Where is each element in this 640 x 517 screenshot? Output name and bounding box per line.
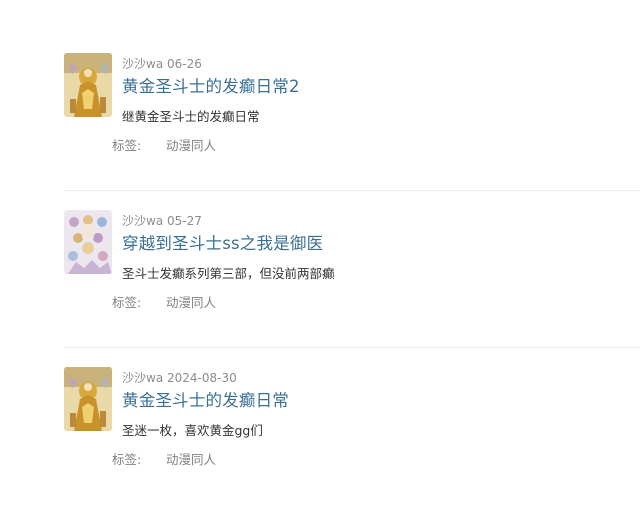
author-name[interactable]: 沙沙wa (122, 57, 163, 71)
gold-saint-cover-icon (64, 53, 112, 117)
publish-date: 06-26 (167, 57, 202, 71)
tag-row: 标签: 动漫同人 (112, 135, 216, 154)
tag-label: 标签: (112, 452, 142, 467)
publish-date: 2024-08-30 (167, 371, 237, 385)
entry-description: 圣斗士发癫系列第三部，但没前两部癫 (122, 266, 335, 281)
entry-meta: 沙沙wa 05-27 (122, 212, 202, 229)
author-name[interactable]: 沙沙wa (122, 371, 163, 385)
publish-date: 05-27 (167, 214, 202, 228)
entry-description: 圣迷一枚，喜欢黄金gg们 (122, 423, 263, 438)
book-cover-image[interactable] (64, 53, 112, 117)
tag-label: 标签: (112, 295, 142, 310)
list-item: 沙沙wa 06-26 黄金圣斗士的发癫日常2 继黄金圣斗士的发癫日常 标签: 动漫… (0, 53, 640, 203)
book-cover-image[interactable] (64, 367, 112, 431)
tag-row: 标签: 动漫同人 (112, 449, 216, 468)
divider (64, 190, 640, 191)
entry-title-link[interactable]: 穿越到圣斗士ss之我是御医 (122, 230, 323, 254)
list-item: 沙沙wa 2024-08-30 黄金圣斗士的发癫日常 圣迷一枚，喜欢黄金gg们 … (0, 367, 640, 517)
divider (64, 347, 640, 348)
author-name[interactable]: 沙沙wa (122, 214, 163, 228)
gold-saint-cover-icon (64, 367, 112, 431)
entry-title-link[interactable]: 黄金圣斗士的发癫日常 (122, 387, 289, 411)
tag-link[interactable]: 动漫同人 (166, 138, 216, 153)
entry-meta: 沙沙wa 06-26 (122, 55, 202, 72)
list-item: 沙沙wa 05-27 穿越到圣斗士ss之我是御医 圣斗士发癫系列第三部，但没前两… (0, 210, 640, 360)
group-illustration-cover-icon (64, 210, 112, 274)
tag-link[interactable]: 动漫同人 (166, 452, 216, 467)
book-cover-image[interactable] (64, 210, 112, 274)
entry-description: 继黄金圣斗士的发癫日常 (122, 109, 260, 124)
entry-title-link[interactable]: 黄金圣斗士的发癫日常2 (122, 73, 300, 97)
tag-label: 标签: (112, 138, 142, 153)
entry-meta: 沙沙wa 2024-08-30 (122, 369, 237, 386)
tag-link[interactable]: 动漫同人 (166, 295, 216, 310)
tag-row: 标签: 动漫同人 (112, 292, 216, 311)
